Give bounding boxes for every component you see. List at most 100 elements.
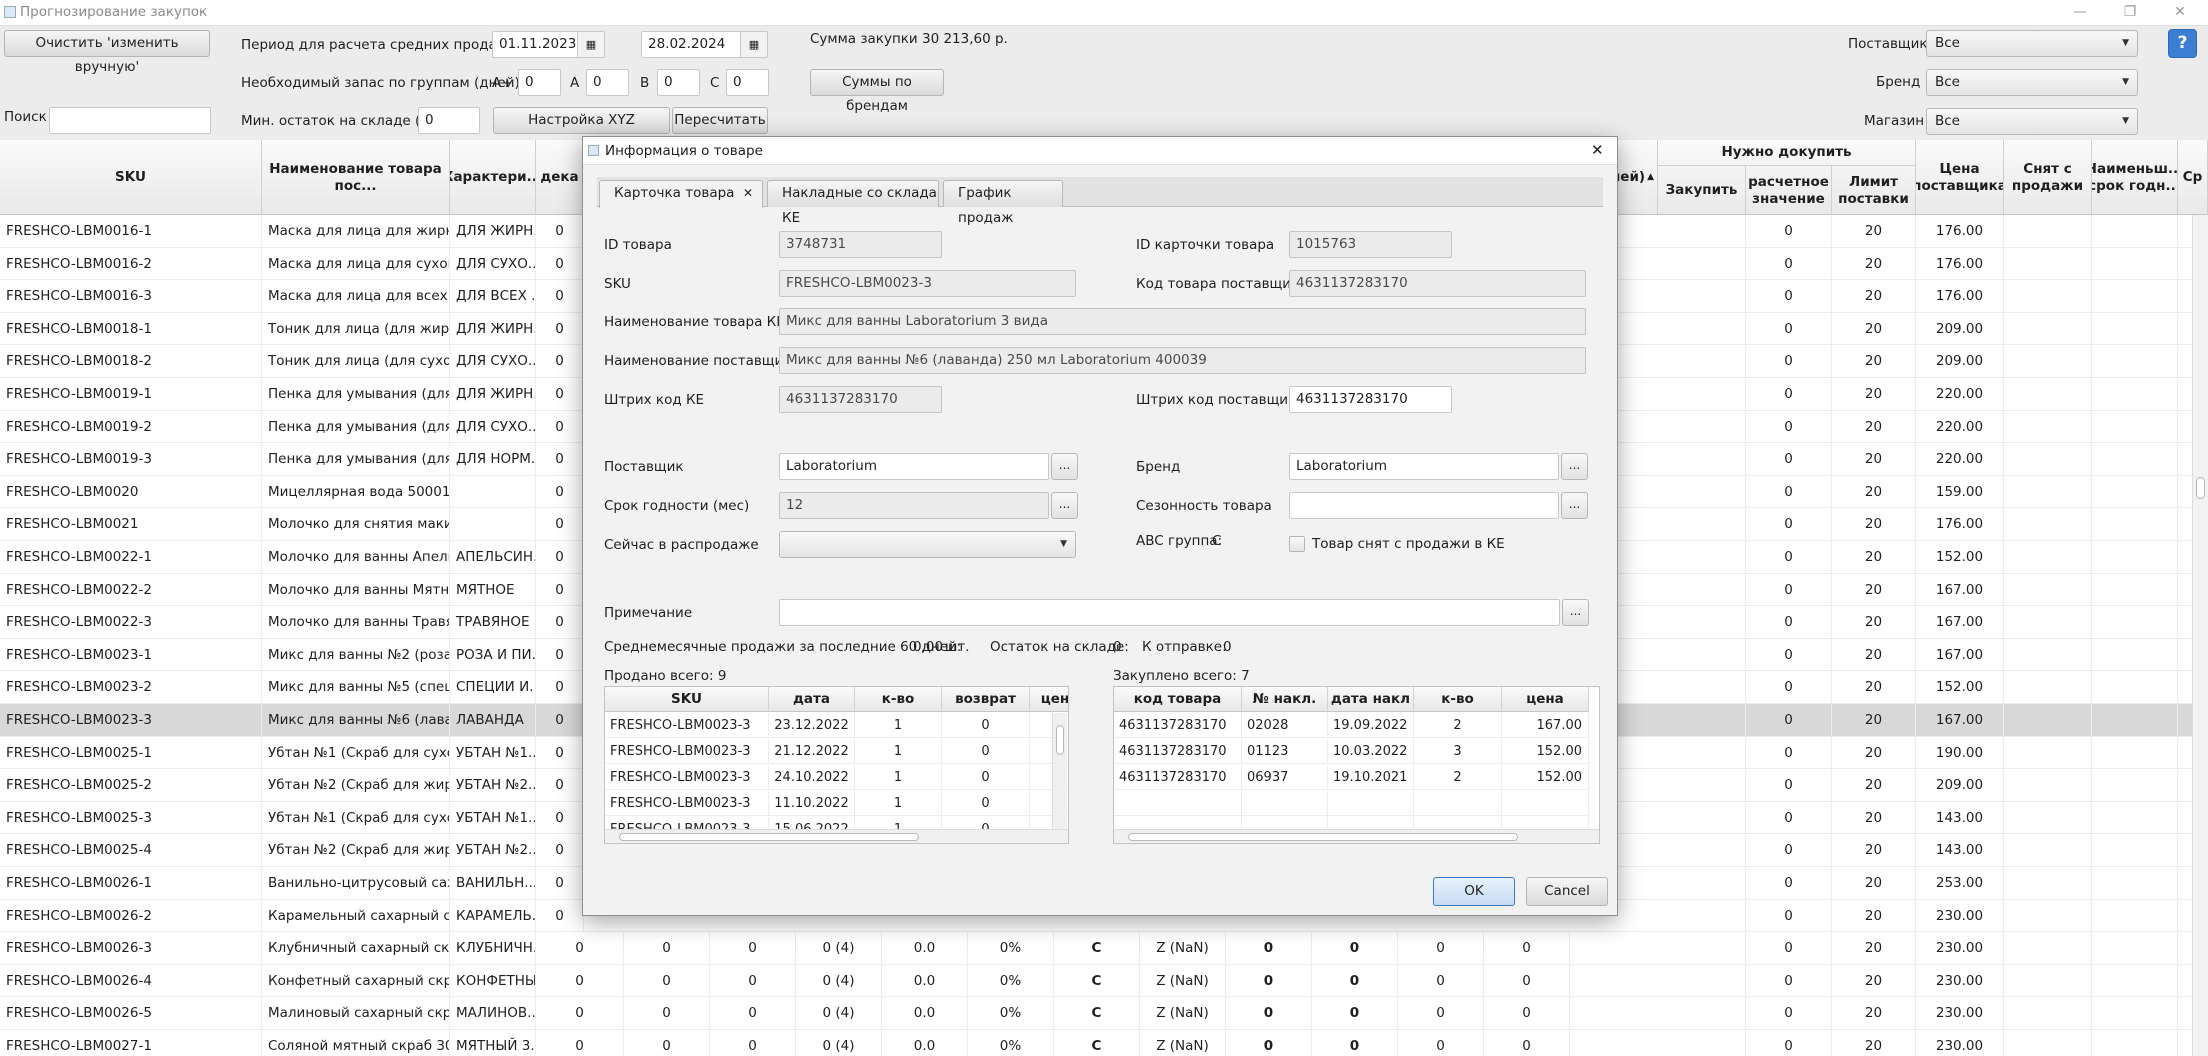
bought-total-label: Закуплено всего: 7 bbox=[1113, 668, 1250, 684]
cell-limit: 20 bbox=[1832, 736, 1916, 769]
bought-col-header[interactable]: код товара bbox=[1114, 687, 1242, 712]
supplier-select[interactable]: Все ▼ bbox=[1926, 30, 2138, 57]
group-c-input[interactable]: 0 bbox=[726, 69, 769, 96]
scroll-thumb[interactable] bbox=[1056, 725, 1064, 755]
cell-limit: 20 bbox=[1832, 932, 1916, 965]
seasonality-field[interactable] bbox=[1289, 492, 1559, 519]
calendar-icon[interactable]: ▦ bbox=[740, 32, 767, 57]
cell-buy bbox=[1658, 573, 1746, 606]
cell-removed bbox=[2004, 443, 2092, 476]
on-sale-select[interactable]: ▼ bbox=[779, 531, 1076, 558]
cell-sku: FRESHCO-LBM0020 bbox=[0, 475, 262, 508]
group-aplus-input[interactable]: 0 bbox=[518, 69, 561, 96]
table-row[interactable]: FRESHCO-LBM0027-1Соляной мятный скраб 30… bbox=[0, 1030, 2192, 1056]
calendar-icon[interactable]: ▦ bbox=[577, 32, 604, 57]
avg-sales-label: Среднемесячные продажи за последние 60 д… bbox=[604, 639, 962, 655]
brand-select[interactable]: Все ▼ bbox=[1926, 69, 2138, 96]
cancel-button[interactable]: Cancel bbox=[1526, 877, 1608, 906]
cell-removed bbox=[2004, 475, 2092, 508]
date-to-field[interactable]: 28.02.2024 ▦ bbox=[641, 31, 768, 58]
supplier-code-field[interactable]: 4631137283170 bbox=[1289, 270, 1586, 297]
table-row[interactable]: FRESHCO-LBM0026-4Конфетный сахарный скра… bbox=[0, 964, 2192, 998]
purchase-sum: Сумма закупки 30 213,60 р. bbox=[810, 31, 1008, 47]
restore-icon[interactable]: ❐ bbox=[2108, 0, 2152, 26]
tab-sales-chart[interactable]: График продаж bbox=[943, 180, 1063, 226]
sold-col-header[interactable]: возврат bbox=[942, 687, 1030, 712]
cell-sku: FRESHCO-LBM0026-3 bbox=[0, 932, 262, 965]
supplier-more-button[interactable]: ... bbox=[1051, 453, 1078, 480]
table-row[interactable]: FRESHCO-LBM0026-3Клубничный сахарный скр… bbox=[0, 932, 2192, 965]
col-buy[interactable]: Закупить bbox=[1658, 166, 1746, 215]
sku-field[interactable]: FRESHCO-LBM0023-3 bbox=[779, 270, 1076, 297]
store-select[interactable]: Все ▼ bbox=[1926, 108, 2138, 135]
cell-dec: 0 bbox=[536, 312, 584, 345]
search-input[interactable] bbox=[49, 107, 211, 134]
table-row[interactable]: FRESHCO-LBM0026-5Малиновый сахарный скра… bbox=[0, 997, 2192, 1030]
seasonality-more-button[interactable]: ... bbox=[1561, 492, 1588, 519]
main-scrollbar[interactable] bbox=[2192, 215, 2208, 1056]
brand-sums-button[interactable]: Суммы по брендам bbox=[810, 69, 944, 114]
close-icon[interactable]: ✕ bbox=[1591, 141, 1604, 159]
ok-button[interactable]: OK bbox=[1433, 877, 1515, 906]
col-sr[interactable]: Ср bbox=[2178, 140, 2208, 215]
col-price[interactable]: Цена поставщика bbox=[1916, 140, 2004, 215]
bought-cell bbox=[1414, 791, 1502, 816]
sold-col-header[interactable]: цена bbox=[1030, 687, 1068, 712]
col-name[interactable]: Наименование товара пос... bbox=[262, 140, 450, 215]
group-a-input[interactable]: 0 bbox=[586, 69, 629, 96]
col-removed[interactable]: Снят с продажи bbox=[2004, 140, 2092, 215]
scroll-thumb[interactable] bbox=[619, 833, 919, 841]
close-icon[interactable]: ✕ bbox=[743, 181, 753, 206]
supplier-name-field[interactable]: Микс для ванны №6 (лаванда) 250 мл Labor… bbox=[779, 347, 1586, 374]
note-field[interactable] bbox=[779, 599, 1560, 626]
brand-field[interactable]: Laboratorium bbox=[1289, 453, 1559, 480]
cell-removed bbox=[2004, 378, 2092, 410]
col-characteristic[interactable]: Характери... bbox=[450, 140, 536, 215]
bought-col-header[interactable]: дата накл bbox=[1328, 687, 1414, 712]
scroll-thumb[interactable] bbox=[2196, 477, 2205, 499]
bought-col-header[interactable]: № накл. bbox=[1242, 687, 1328, 712]
sold-col-header[interactable]: к-во bbox=[855, 687, 942, 712]
supplier-field[interactable]: Laboratorium bbox=[779, 453, 1049, 480]
note-more-button[interactable]: ... bbox=[1562, 599, 1589, 626]
brand-more-button[interactable]: ... bbox=[1561, 453, 1588, 480]
sold-col-header[interactable]: SKU bbox=[605, 687, 769, 712]
cell-price: 253.00 bbox=[1916, 867, 2004, 899]
col-min-expiry[interactable]: Наименьш... срок годн... bbox=[2092, 140, 2178, 215]
shelf-life-field[interactable]: 12 bbox=[779, 492, 1049, 519]
min-stock-input[interactable]: 0 bbox=[418, 107, 480, 134]
to-ship-label: К отправке: bbox=[1142, 639, 1227, 655]
cell-price: 159.00 bbox=[1916, 475, 2004, 508]
horizontal-scrollbar[interactable] bbox=[605, 829, 1068, 843]
group-b-input[interactable]: 0 bbox=[657, 69, 700, 96]
horizontal-scrollbar[interactable] bbox=[1114, 829, 1599, 843]
id-field[interactable]: 3748731 bbox=[779, 231, 942, 258]
scroll-thumb[interactable] bbox=[1128, 833, 1518, 841]
vertical-scrollbar[interactable] bbox=[1052, 713, 1067, 829]
bought-col-header[interactable]: к-во bbox=[1414, 687, 1502, 712]
card-id-field[interactable]: 1015763 bbox=[1289, 231, 1452, 258]
removed-checkbox[interactable] bbox=[1289, 536, 1305, 552]
col-calc[interactable]: расчетное значение bbox=[1746, 166, 1832, 215]
close-window-icon[interactable]: ✕ bbox=[2158, 0, 2202, 26]
tab-invoices[interactable]: Накладные со склада КЕ bbox=[767, 180, 939, 226]
clear-manual-button[interactable]: Очистить 'изменить вручную' bbox=[4, 30, 210, 75]
sold-col-header[interactable]: дата bbox=[769, 687, 855, 712]
name-ke-field[interactable]: Микс для ванны Laboratorium 3 вида bbox=[779, 308, 1586, 335]
xyz-settings-button[interactable]: Настройка XYZ bbox=[493, 107, 670, 134]
bought-table: код товара № накл. дата накл к-во цена 463113… bbox=[1113, 686, 1600, 844]
bought-col-header[interactable]: цена bbox=[1502, 687, 1589, 712]
shelf-life-more-button[interactable]: ... bbox=[1051, 492, 1078, 519]
barcode-supplier-field[interactable]: 4631137283170 bbox=[1289, 386, 1452, 413]
cell-min-expiry bbox=[2092, 378, 2178, 410]
help-icon[interactable]: ? bbox=[2168, 29, 2197, 58]
tab-product-card[interactable]: Карточка товара ✕ bbox=[599, 180, 763, 208]
col-dec[interactable]: дека bbox=[536, 140, 584, 215]
col-limit[interactable]: Лимит поставки bbox=[1832, 166, 1916, 215]
barcode-ke-field[interactable]: 4631137283170 bbox=[779, 386, 942, 413]
col-sku[interactable]: SKU bbox=[0, 140, 262, 215]
minimize-icon[interactable]: — bbox=[2058, 0, 2102, 26]
date-from-field[interactable]: 01.11.2023 ▦ bbox=[492, 31, 605, 58]
recalculate-button[interactable]: Пересчитать bbox=[672, 107, 768, 134]
cell-min-expiry bbox=[2092, 541, 2178, 573]
